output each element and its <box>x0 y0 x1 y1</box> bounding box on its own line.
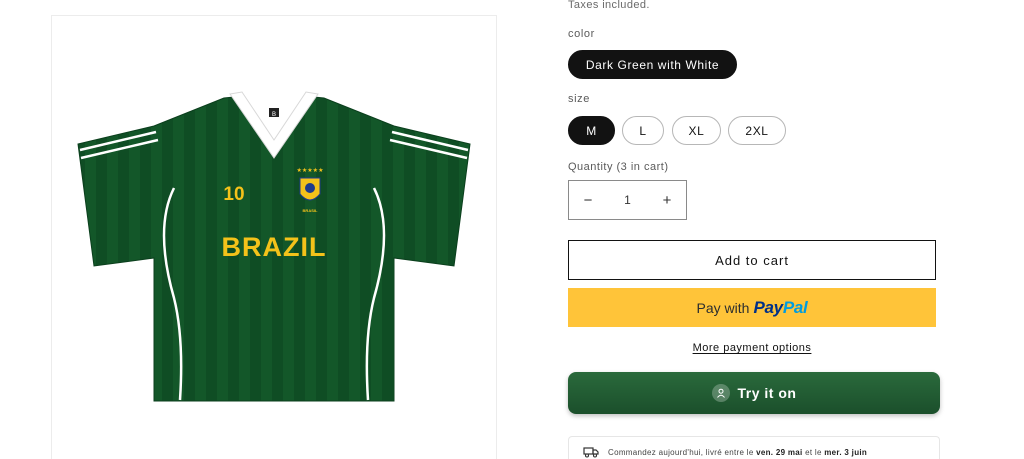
jersey-number: 10 <box>223 184 244 205</box>
quantity-input[interactable] <box>607 181 648 219</box>
size-option-m[interactable]: M <box>568 116 615 145</box>
paypal-logo-icon: PayPal <box>753 297 808 317</box>
try-it-on-label: Try it on <box>737 385 797 401</box>
quantity-stepper: − + <box>568 180 687 220</box>
cbf-crest-icon: ★★★★★ <box>297 167 324 201</box>
taxes-note: Taxes included. <box>568 0 650 11</box>
product-image-jersey[interactable]: B 10 ★★★★★ BRASIL BRAZIL <box>74 88 474 406</box>
quantity-decrease-button[interactable]: − <box>569 181 607 219</box>
paypal-prefix: Pay with <box>696 299 750 316</box>
color-label: color <box>568 28 595 40</box>
paypal-button[interactable]: Pay with PayPal <box>568 288 936 327</box>
size-option-2xl[interactable]: 2XL <box>728 116 786 145</box>
delivery-estimate-box: Commandez aujourd'hui, livré entre le ve… <box>568 436 940 459</box>
more-payment-options-link[interactable]: More payment options <box>693 342 812 354</box>
size-option-l[interactable]: L <box>622 116 664 145</box>
quantity-label: Quantity (3 in cart) <box>568 161 669 173</box>
delivery-date-end: mer. 3 juin <box>824 448 868 457</box>
add-to-cart-button[interactable]: Add to cart <box>568 240 936 280</box>
delivery-estimate-text: Commandez aujourd'hui, livré entre le ve… <box>608 448 868 457</box>
try-it-on-button[interactable]: Try it on <box>568 372 940 414</box>
product-info-panel: Taxes included. color Dark Green with Wh… <box>568 0 948 459</box>
delivery-date-start: ven. 29 mai <box>756 448 803 457</box>
quantity-increase-button[interactable]: + <box>648 181 686 219</box>
person-icon <box>711 384 730 402</box>
crest-text: BRASIL <box>303 208 318 213</box>
size-option-xl[interactable]: XL <box>672 116 721 145</box>
size-label: size <box>568 93 590 105</box>
svg-text:★★★★★: ★★★★★ <box>297 167 324 174</box>
collar-tag-text: B <box>272 112 276 118</box>
more-payment-options-container: More payment options <box>568 342 936 354</box>
color-option-dark-green-with-white[interactable]: Dark Green with White <box>568 50 737 79</box>
jersey-team-text: BRAZIL <box>222 232 327 262</box>
truck-icon <box>583 447 599 458</box>
